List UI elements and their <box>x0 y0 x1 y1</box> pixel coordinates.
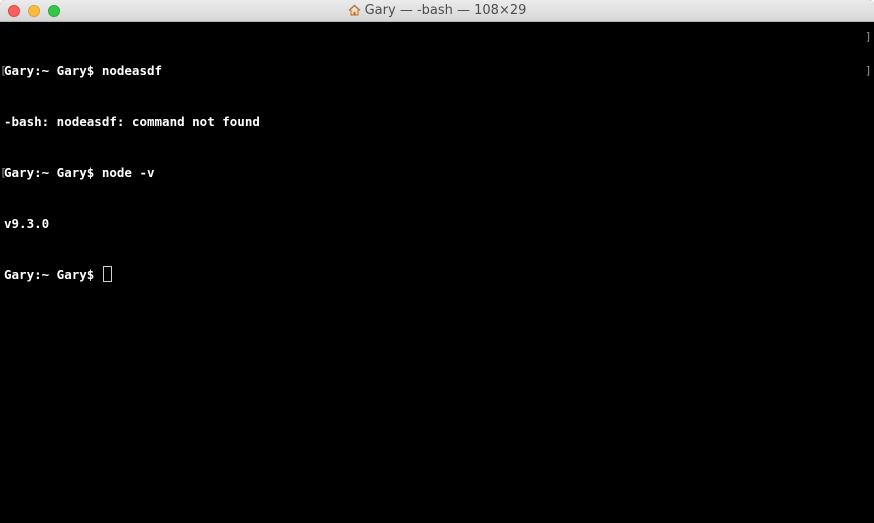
window-title: Gary — -bash — 108×29 <box>364 3 527 18</box>
terminal-line-text: v9.3.0 <box>4 216 50 231</box>
title-bar[interactable]: Gary — -bash — 108×29 <box>0 0 874 22</box>
terminal-line-3: [Gary:~ Gary$ node -v <box>0 164 864 181</box>
prompt-text: Gary:~ Gary$ <box>4 267 102 282</box>
terminal-line-text: -bash: nodeasdf: command not found <box>4 114 260 129</box>
terminal-line-1: [Gary:~ Gary$ nodeasdf <box>0 62 864 79</box>
terminal-line-text: Gary:~ Gary$ node -v <box>4 165 155 180</box>
terminal-area[interactable]: [Gary:~ Gary$ nodeasdf -bash: nodeasdf: … <box>0 22 874 523</box>
terminal-line-5[interactable]: Gary:~ Gary$ <box>4 266 864 283</box>
terminal-window: Gary — -bash — 108×29 [Gary:~ Gary$ node… <box>0 0 874 523</box>
mark-bracket-right: ] <box>865 30 872 43</box>
mark-bracket: [ <box>0 166 7 179</box>
terminal-line-4: v9.3.0 <box>4 215 864 232</box>
terminal-line-text: Gary:~ Gary$ nodeasdf <box>4 63 163 78</box>
terminal-line-2: -bash: nodeasdf: command not found <box>4 113 864 130</box>
mark-bracket: [ <box>0 64 7 77</box>
window-title-container: Gary — -bash — 108×29 <box>0 3 874 20</box>
terminal-output: [Gary:~ Gary$ nodeasdf -bash: nodeasdf: … <box>0 28 864 317</box>
mark-bracket-right: ] <box>865 64 872 77</box>
text-cursor <box>102 266 112 282</box>
home-icon <box>348 4 361 20</box>
